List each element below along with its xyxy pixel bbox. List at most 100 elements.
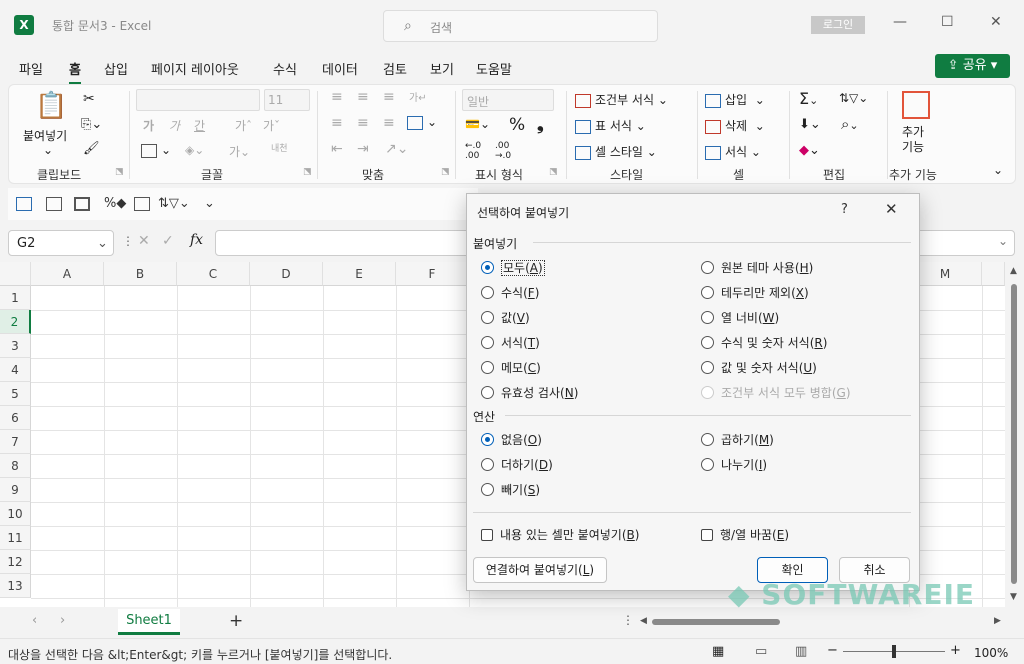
- border-icon[interactable]: ⌄: [141, 143, 171, 158]
- close-window-button[interactable]: ✕: [990, 14, 1002, 30]
- next-sheet-icon[interactable]: ›: [60, 613, 65, 628]
- tab-page-layout[interactable]: 페이지 레이아웃: [151, 59, 239, 78]
- cut-icon[interactable]: ✂: [83, 91, 95, 107]
- row-header[interactable]: 13: [0, 574, 31, 598]
- normal-view-icon[interactable]: ▦: [712, 644, 724, 659]
- phonetic-icon[interactable]: 내천: [271, 141, 288, 154]
- fill-icon[interactable]: ⬇⌄: [799, 117, 821, 132]
- tab-view[interactable]: 보기: [430, 59, 454, 78]
- row-header[interactable]: 9: [0, 478, 31, 502]
- column-header[interactable]: [982, 262, 1005, 286]
- scroll-up-icon[interactable]: ▲: [1010, 266, 1017, 276]
- scroll-down-icon[interactable]: ▼: [1010, 592, 1017, 602]
- paste-link-button[interactable]: 연결하여 붙여넣기(L): [473, 557, 607, 583]
- percent-eraser-icon[interactable]: %◆: [104, 196, 126, 211]
- align-center-icon[interactable]: ≡: [357, 115, 369, 131]
- zoom-in-icon[interactable]: +: [950, 643, 961, 658]
- login-button[interactable]: 로그인: [811, 16, 865, 34]
- paste-comments-radio[interactable]: 메모(C): [481, 360, 541, 378]
- paste-icon[interactable]: 📋: [35, 91, 67, 121]
- row-header[interactable]: 1: [0, 286, 31, 310]
- scroll-right-icon[interactable]: ▶: [994, 616, 1001, 626]
- delete-cells-button[interactable]: 삭제 ⌄: [705, 117, 765, 134]
- sort-filter-icon[interactable]: ⇅▽⌄: [839, 91, 868, 105]
- column-header[interactable]: D: [250, 262, 323, 286]
- row-header[interactable]: 5: [0, 382, 31, 406]
- decrease-font-button[interactable]: 가ˇ: [263, 117, 280, 134]
- vertical-scrollbar[interactable]: ▲ ▼: [1005, 262, 1024, 607]
- thick-border-icon[interactable]: [74, 196, 94, 211]
- paste-button[interactable]: 붙여넣기: [23, 127, 67, 144]
- select-all[interactable]: [0, 262, 31, 286]
- number-format-combo[interactable]: 일반: [462, 89, 554, 111]
- increase-font-button[interactable]: 가ˆ: [235, 117, 252, 134]
- scroll-thumb[interactable]: [1011, 284, 1017, 584]
- expand-formula-icon[interactable]: ⌄: [998, 234, 1008, 248]
- bold-button[interactable]: 가: [143, 117, 154, 134]
- column-header[interactable]: F: [396, 262, 469, 286]
- row-header[interactable]: 8: [0, 454, 31, 478]
- tab-file[interactable]: 파일: [19, 59, 43, 78]
- insert-cells-button[interactable]: 삽입 ⌄: [705, 91, 765, 108]
- dialog-close-button[interactable]: ✕: [885, 200, 898, 218]
- paste-formats-radio[interactable]: 서식(T): [481, 335, 540, 353]
- paste-column-widths-radio[interactable]: 열 너비(W): [701, 310, 779, 328]
- align-middle-icon[interactable]: ≡: [357, 89, 369, 105]
- enter-icon[interactable]: ✓: [162, 233, 174, 249]
- underline-button[interactable]: 간: [194, 117, 205, 134]
- horizontal-scroll-thumb[interactable]: [652, 619, 780, 625]
- currency-icon[interactable]: 💳⌄: [465, 117, 490, 131]
- align-top-icon[interactable]: ≡: [331, 89, 343, 105]
- row-header[interactable]: 7: [0, 430, 31, 454]
- operation-none-radio[interactable]: 없음(O): [481, 432, 542, 450]
- dialog-launcher-icon[interactable]: ⬔: [441, 167, 450, 177]
- add-ins-button[interactable]: 추가 기능: [902, 125, 924, 155]
- operation-multiply-radio[interactable]: 곱하기(M): [701, 432, 774, 450]
- comma-icon[interactable]: ❟: [537, 115, 544, 135]
- search-box[interactable]: ⌕ 검색: [383, 10, 658, 42]
- page-break-view-icon[interactable]: ▥: [795, 644, 807, 659]
- name-box[interactable]: G2 ⌄: [8, 230, 114, 256]
- paste-source-theme-radio[interactable]: 원본 테마 사용(H): [701, 260, 813, 278]
- column-header[interactable]: E: [323, 262, 396, 286]
- share-button[interactable]: ⇪ 공유 ▾: [935, 54, 1010, 78]
- cell-styles-button[interactable]: 셀 스타일 ⌄: [575, 143, 657, 160]
- tab-home[interactable]: 홈: [69, 59, 81, 85]
- autosum-icon[interactable]: Σ⌄: [799, 89, 818, 108]
- decrease-decimal-icon[interactable]: .00 →.0: [495, 141, 511, 161]
- prev-sheet-icon[interactable]: ‹: [32, 613, 37, 628]
- row-header[interactable]: 11: [0, 526, 31, 550]
- row-header[interactable]: 6: [0, 406, 31, 430]
- increase-indent-icon[interactable]: ⇥: [357, 141, 369, 157]
- add-sheet-icon[interactable]: +: [229, 611, 243, 631]
- column-header[interactable]: B: [104, 262, 177, 286]
- sort-filter-icon[interactable]: ⇅▽⌄: [158, 196, 190, 211]
- operation-add-radio[interactable]: 더하기(D): [481, 457, 553, 475]
- row-header[interactable]: 12: [0, 550, 31, 574]
- dialog-launcher-icon[interactable]: ⬔: [115, 167, 124, 177]
- sheet-tab[interactable]: Sheet1: [118, 609, 180, 635]
- clear-icon[interactable]: ◆⌄: [799, 143, 820, 158]
- row-header[interactable]: 3: [0, 334, 31, 358]
- more-icon[interactable]: ⋮: [122, 234, 134, 248]
- maximize-button[interactable]: ☐: [941, 14, 954, 30]
- dialog-launcher-icon[interactable]: ⬔: [303, 167, 312, 177]
- tab-formulas[interactable]: 수식: [273, 59, 297, 78]
- paste-all-radio[interactable]: 모두(A): [481, 260, 545, 278]
- paste-formulas-radio[interactable]: 수식(F): [481, 285, 539, 303]
- page-layout-view-icon[interactable]: ▭: [755, 644, 767, 659]
- function-icon[interactable]: fx: [190, 232, 203, 248]
- conditional-format-button[interactable]: 조건부 서식 ⌄: [575, 91, 668, 108]
- decrease-indent-icon[interactable]: ⇤: [331, 141, 343, 157]
- paste-no-borders-radio[interactable]: 테두리만 제외(X): [701, 285, 809, 303]
- ribbon-collapse-icon[interactable]: ⌄: [993, 163, 1003, 177]
- column-header[interactable]: C: [177, 262, 250, 286]
- tab-help[interactable]: 도움말: [476, 59, 512, 78]
- align-left-icon[interactable]: ≡: [331, 115, 343, 131]
- cancel-icon[interactable]: ✕: [138, 233, 150, 249]
- help-button[interactable]: ?: [841, 202, 848, 217]
- table-icon[interactable]: [16, 196, 36, 211]
- wrap-text-icon[interactable]: 가↵: [409, 89, 427, 104]
- row-header[interactable]: 2: [0, 310, 31, 334]
- find-select-icon[interactable]: ⌕⌄: [841, 115, 859, 133]
